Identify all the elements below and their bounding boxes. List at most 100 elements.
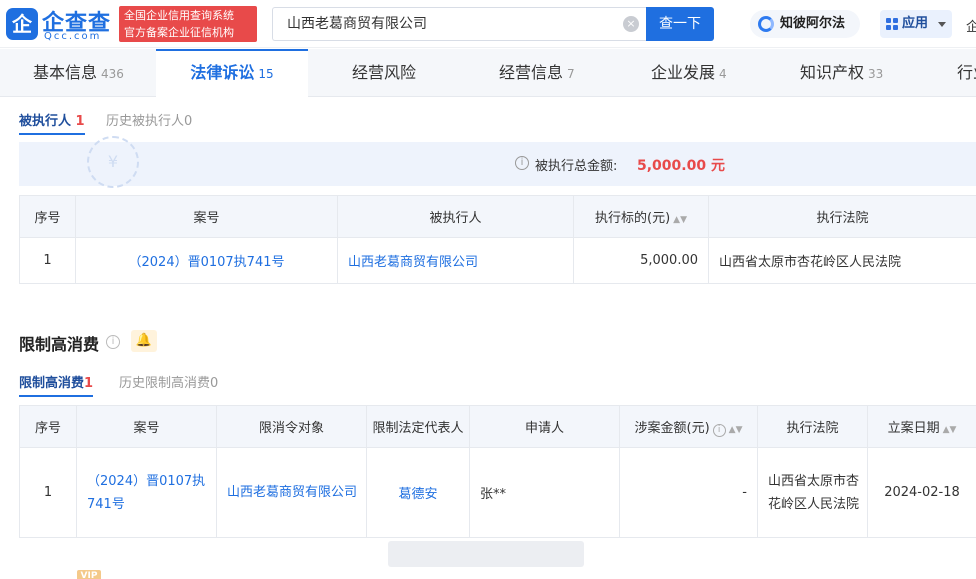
header-index: 序号 <box>19 195 76 238</box>
table-row: 1 （2024）晋0107执741号 山西老葛商贸有限公司 5,000.00 山… <box>19 237 976 284</box>
header-case-no: 案号 <box>76 405 217 448</box>
header-amount[interactable]: 执行标的(元) ▲▼ <box>573 195 709 238</box>
tab-label: 基本信息 <box>33 63 98 82</box>
header-amount-label: 执行标的(元) <box>595 211 671 226</box>
cell-amount: 5,000.00 <box>573 237 709 284</box>
cell-index: 1 <box>19 447 77 538</box>
tab-label: 经营风险 <box>352 63 417 82</box>
subtab-history-executed[interactable]: 历史被执行人0 <box>106 110 192 129</box>
vip-badge: VIP <box>77 570 101 579</box>
subtab-restriction[interactable]: 限制高消费1 <box>19 372 94 397</box>
header-legal-rep: 限制法定代表人 <box>366 405 470 448</box>
header-applicant: 申请人 <box>469 405 620 448</box>
sort-icon[interactable]: ▲▼ <box>943 425 957 435</box>
tab-legal-litigation[interactable]: 法律诉讼 15 <box>156 49 308 97</box>
search-button[interactable]: 查一下 <box>646 7 714 41</box>
badge-line-2: 官方备案企业征信机构 <box>124 26 234 39</box>
summary-label: 被执行总金额: <box>535 159 618 174</box>
qcc-logo[interactable]: 企 企查查 Qcc.com <box>6 6 114 42</box>
info-icon[interactable]: i <box>712 423 726 437</box>
header-executed-party: 被执行人 <box>337 195 574 238</box>
subtab-count: 0 <box>184 114 193 129</box>
header-target: 限消令对象 <box>216 405 367 448</box>
company-link[interactable]: 山西老葛商贸有限公司 <box>216 447 367 538</box>
header-court: 执行法院 <box>757 405 868 448</box>
logo-mark: 企 <box>6 8 38 40</box>
subtab-count: 0 <box>210 376 219 391</box>
tab-count: 4 <box>719 67 727 81</box>
tab-count: 33 <box>868 67 884 81</box>
restriction-subtabs: 限制高消费1 历史限制高消费0 <box>19 372 419 398</box>
section-title-restriction: 限制高消费 <box>19 335 100 354</box>
subtab-count: 1 <box>84 376 94 391</box>
executed-table: 序号 案号 被执行人 执行标的(元) ▲▼ 执行法院 1 （2024）晋0107执… <box>19 195 976 284</box>
subtab-label: 被执行人 <box>19 114 72 129</box>
apps-grid-icon <box>886 18 898 30</box>
bell-icon[interactable]: 🔔 <box>131 330 157 352</box>
info-icon[interactable]: i <box>515 156 529 170</box>
tab-development[interactable]: 企业发展 4 <box>651 49 727 97</box>
header-date-label: 立案日期 <box>887 421 940 436</box>
header-index: 序号 <box>19 405 77 448</box>
tab-basic-info[interactable]: 基本信息 436 <box>33 49 124 97</box>
company-link[interactable]: 山西老葛商贸有限公司 <box>337 237 574 284</box>
cell-amount: - <box>619 447 758 538</box>
legal-rep-link[interactable]: 葛德安 <box>366 447 470 538</box>
table-row: 1 （2024）晋0107执741号 山西老葛商贸有限公司 葛德安 张** - … <box>19 447 976 538</box>
cell-court: 山西省太原市杏花岭区人民法院 <box>757 447 868 538</box>
tab-count: 15 <box>258 67 274 81</box>
summary-total-amount: 5,000.00 元 <box>637 158 725 174</box>
subtab-label: 历史限制高消费 <box>119 376 211 391</box>
tab-label: 行业 <box>957 63 976 82</box>
tab-label: 经营信息 <box>499 63 564 82</box>
blurred-placeholder <box>388 541 584 567</box>
badge-line-1: 全国企业信用查询系统 <box>124 9 234 22</box>
clear-search-icon[interactable]: × <box>623 16 639 32</box>
logo-subtext: Qcc.com <box>44 31 102 42</box>
tab-label: 法律诉讼 <box>190 63 255 82</box>
apps-label: 应用 <box>902 16 929 31</box>
executed-subtabs: 被执行人 1 历史被执行人0 <box>19 110 419 136</box>
zhibi-alpha-button[interactable]: 知彼阿尔法 <box>750 10 860 38</box>
subtab-history-restriction[interactable]: 历史限制高消费0 <box>119 372 218 391</box>
cell-court: 山西省太原市杏花岭区人民法院 <box>708 237 976 284</box>
apps-menu-button[interactable]: 应用 <box>880 10 952 38</box>
executed-summary-bar: ¥ i 被执行总金额: 5,000.00 元 <box>19 136 976 188</box>
sort-icon[interactable]: ▲▼ <box>729 425 743 435</box>
header-amount-label: 涉案金额(元) <box>634 420 710 436</box>
subtab-executed[interactable]: 被执行人 1 <box>19 110 85 135</box>
tab-business-info[interactable]: 经营信息 7 <box>499 49 575 97</box>
zhibi-logo-icon <box>758 16 774 32</box>
tab-count: 7 <box>567 67 575 81</box>
tab-business-risk[interactable]: 经营风险 <box>352 49 416 97</box>
cell-index: 1 <box>19 237 76 284</box>
case-number-link[interactable]: （2024）晋0107执741号 <box>76 447 217 538</box>
sort-icon[interactable]: ▲▼ <box>673 215 687 225</box>
main-tabs: 基本信息 436 法律诉讼 15 经营风险 经营信息 7 企业发展 4 知识产权 33 行… <box>0 49 976 97</box>
subtab-label: 限制高消费 <box>19 376 85 391</box>
restriction-table: 序号 案号 限消令对象 限制法定代表人 申请人 涉案金额(元) i ▲▼ 执行法院 … <box>19 405 976 538</box>
cell-filing-date: 2024-02-18 <box>867 447 976 538</box>
table-header-row: 序号 案号 限消令对象 限制法定代表人 申请人 涉案金额(元) i ▲▼ 执行法院 … <box>19 405 976 448</box>
official-badge: 全国企业信用查询系统 官方备案企业征信机构 <box>119 6 257 42</box>
seal-watermark-icon: ¥ <box>87 136 139 188</box>
tab-industry[interactable]: 行业 <box>957 49 976 97</box>
case-number-link[interactable]: （2024）晋0107执741号 <box>75 237 338 284</box>
subtab-count: 1 <box>75 114 85 129</box>
header-case-no: 案号 <box>75 195 338 238</box>
tab-label: 知识产权 <box>800 63 865 82</box>
header-filing-date[interactable]: 立案日期 ▲▼ <box>867 405 976 448</box>
header-court: 执行法院 <box>708 195 976 238</box>
search-input[interactable]: 山西老葛商贸有限公司 <box>272 7 646 41</box>
header-amount[interactable]: 涉案金额(元) i ▲▼ <box>619 405 758 448</box>
tab-ip[interactable]: 知识产权 33 <box>800 49 883 97</box>
info-icon[interactable]: i <box>106 335 120 349</box>
cell-applicant: 张** <box>469 447 620 538</box>
tab-count: 436 <box>101 67 124 81</box>
table-header-row: 序号 案号 被执行人 执行标的(元) ▲▼ 执行法院 <box>19 195 976 238</box>
tab-label: 企业发展 <box>651 63 716 82</box>
subtab-label: 历史被执行人 <box>106 114 185 129</box>
chevron-down-icon <box>938 22 946 27</box>
header-edge-text[interactable]: 企 <box>966 16 976 35</box>
zhibi-label: 知彼阿尔法 <box>780 16 846 31</box>
